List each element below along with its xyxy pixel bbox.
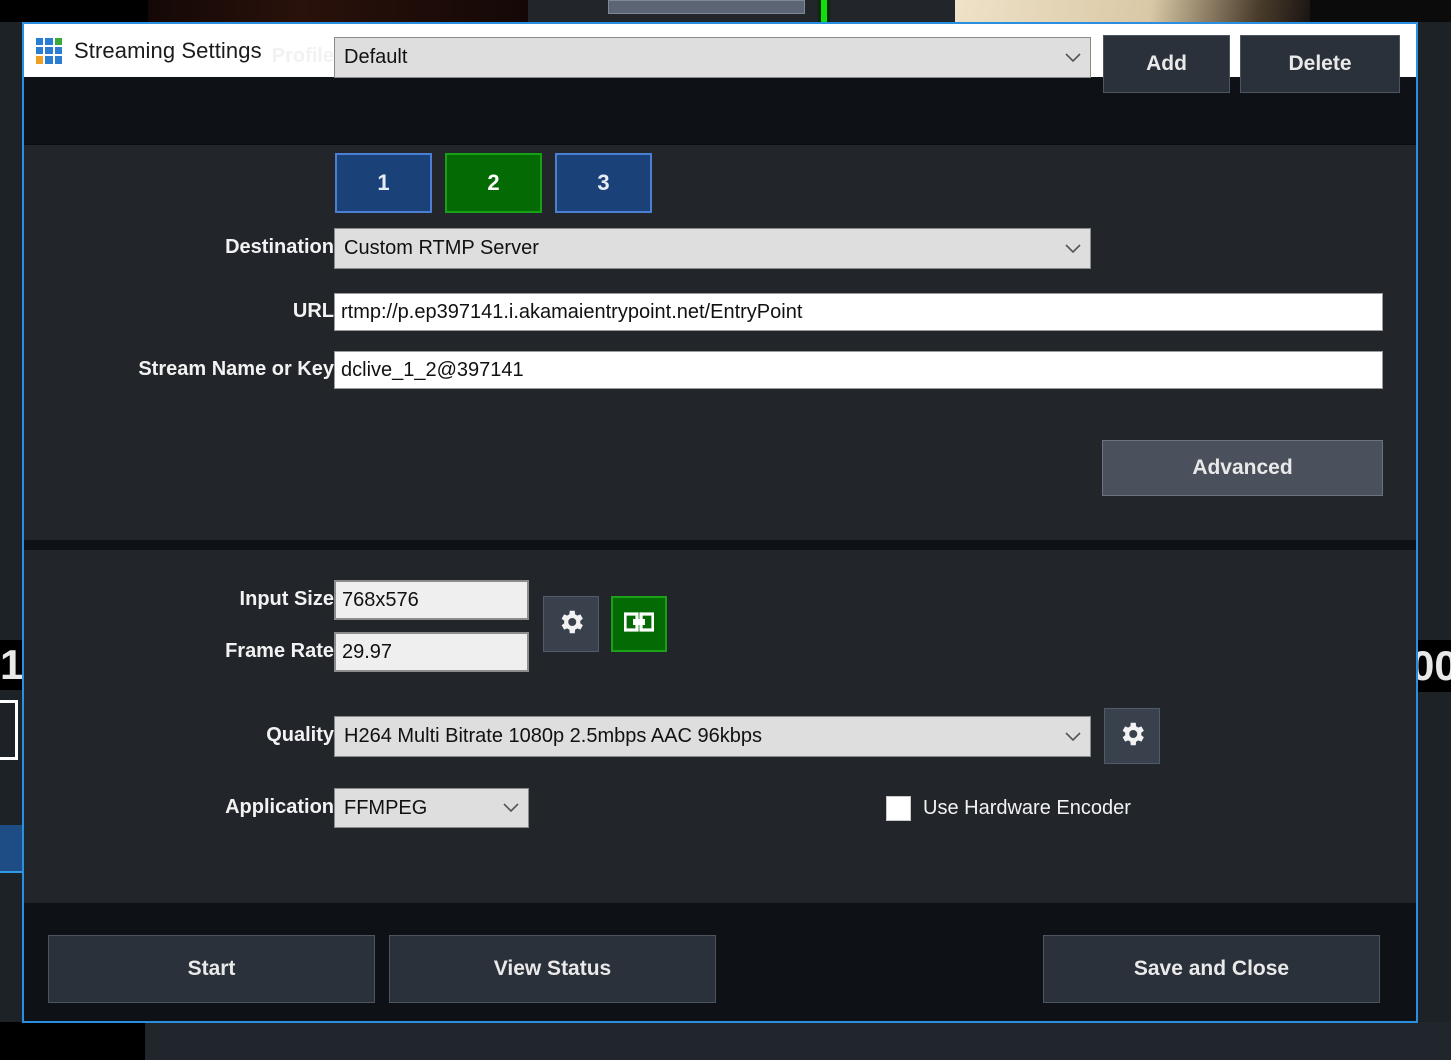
gear-icon: [1117, 719, 1147, 754]
frame-rate-input[interactable]: 29.97: [334, 632, 529, 672]
destination-label: Destination: [225, 236, 334, 258]
app-grid-icon: [36, 37, 62, 64]
url-input[interactable]: rtmp://p.ep397141.i.akamaientrypoint.net…: [334, 293, 1383, 331]
backdrop-preview-far-right: [1310, 0, 1451, 22]
use-hardware-encoder-checkbox[interactable]: [886, 796, 911, 821]
input-size-label: Input Size: [239, 588, 334, 610]
stream-key-label: Stream Name or Key: [138, 358, 334, 380]
advanced-button[interactable]: Advanced: [1102, 440, 1383, 496]
dialog-footer: Start View Status Save and Close: [24, 903, 1416, 1021]
channel-tab-3[interactable]: 3: [555, 153, 652, 213]
frame-rate-label: Frame Rate: [225, 640, 334, 662]
video-settings-button[interactable]: [543, 596, 599, 652]
save-and-close-button[interactable]: Save and Close: [1043, 935, 1380, 1003]
gear-icon: [556, 607, 586, 642]
backdrop-preview-right: [955, 0, 1310, 22]
url-label: URL: [292, 300, 334, 322]
delete-profile-button[interactable]: Delete: [1240, 35, 1400, 93]
backdrop-level-meter: [818, 0, 830, 22]
quality-settings-button[interactable]: [1104, 708, 1160, 764]
backdrop-left-selection: [0, 825, 22, 873]
backdrop-bottom-right: [145, 1022, 1451, 1060]
view-status-button[interactable]: View Status: [389, 935, 716, 1003]
destination-select[interactable]: Custom RTMP Server: [334, 228, 1091, 269]
link-icon: [623, 609, 655, 640]
backdrop-left-panel: [0, 700, 18, 760]
profile-select-value: Default: [344, 46, 408, 68]
use-hardware-encoder-label: Use Hardware Encoder: [923, 797, 1131, 819]
destination-select-value: Custom RTMP Server: [344, 237, 539, 259]
profile-label: Profile: [271, 45, 334, 67]
encoding-section: Input Size 768x576 Frame Rate 29.97 Qual…: [24, 550, 1416, 903]
profile-row: Profile Default Add Delete: [24, 35, 1416, 145]
input-size-input[interactable]: 768x576: [334, 580, 529, 620]
quality-select[interactable]: H264 Multi Bitrate 1080p 2.5mbps AAC 96k…: [334, 716, 1091, 757]
hardware-encoder-row[interactable]: Use Hardware Encoder: [886, 796, 1131, 821]
chevron-down-icon: [1064, 38, 1082, 77]
backdrop-preview-left: [148, 0, 528, 22]
chevron-down-icon: [502, 789, 520, 827]
application-select-value: FFMPEG: [344, 796, 428, 819]
channel-tab-2[interactable]: 2: [445, 153, 542, 213]
chevron-down-icon: [1064, 717, 1082, 756]
link-aspect-button[interactable]: [611, 596, 667, 652]
quality-select-value: H264 Multi Bitrate 1080p 2.5mbps AAC 96k…: [344, 725, 763, 747]
application-label: Application: [225, 796, 334, 818]
add-profile-button[interactable]: Add: [1103, 35, 1230, 93]
start-button[interactable]: Start: [48, 935, 375, 1003]
profile-select[interactable]: Default: [334, 37, 1091, 78]
window-title: Streaming Settings: [74, 37, 262, 63]
stream-key-input[interactable]: dclive_1_2@397141: [334, 351, 1383, 389]
application-select[interactable]: FFMPEG: [334, 788, 529, 828]
backdrop-bottom-left: [0, 1022, 145, 1060]
stream-destination-section: 1 2 3 Destination Custom RTMP Server URL…: [24, 145, 1416, 540]
quality-label: Quality: [266, 724, 334, 746]
backdrop-left-counter: 1: [0, 640, 22, 690]
backdrop-toolbar-widget: [608, 0, 805, 14]
chevron-down-icon: [1064, 229, 1082, 268]
streaming-settings-dialog: Streaming Settings Profile Default Add D…: [22, 22, 1418, 1023]
channel-tab-1[interactable]: 1: [335, 153, 432, 213]
section-divider: [24, 540, 1416, 550]
